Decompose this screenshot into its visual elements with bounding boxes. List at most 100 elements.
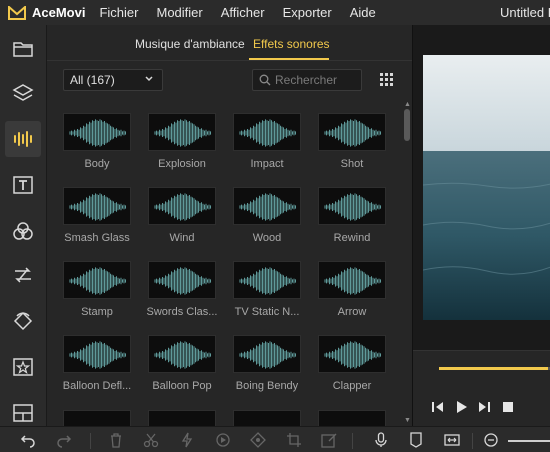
grid-view-icon[interactable] [379, 72, 395, 88]
sound-effect-card[interactable]: Balloon Defl... [63, 335, 133, 392]
sound-effect-label: Balloon Pop [152, 380, 212, 392]
layers-icon [12, 84, 34, 101]
stop-icon[interactable] [501, 400, 515, 414]
scroll-down-icon[interactable]: ▼ [404, 417, 411, 424]
waveform-icon [239, 267, 296, 295]
rail-layers-button[interactable] [5, 75, 41, 111]
next-frame-icon[interactable] [477, 400, 491, 414]
freeze-frame-icon [250, 432, 266, 448]
folder-icon [13, 42, 33, 57]
sound-effect-label: Balloon Defl... [62, 380, 132, 392]
menu-fichier[interactable]: Fichier [99, 5, 138, 20]
fit-timeline-icon[interactable] [444, 432, 460, 448]
search-input[interactable] [275, 72, 359, 88]
active-tab-indicator [249, 58, 329, 60]
sound-effect-card[interactable]: Clapper [318, 335, 388, 392]
menu-aide[interactable]: Aide [350, 5, 376, 20]
redo-icon [57, 435, 72, 448]
waveform-icon [154, 119, 211, 147]
chevron-down-icon [145, 76, 153, 82]
waveform-thumbnail [318, 187, 386, 225]
app-logo: AceMovi [8, 4, 86, 20]
scroll-up-icon[interactable]: ▲ [404, 101, 411, 108]
waveform-icon [69, 267, 126, 295]
category-filter-select[interactable]: All (167) [63, 69, 163, 91]
waveform-thumbnail [63, 261, 131, 299]
marker-icon[interactable] [408, 432, 424, 448]
sound-effect-card[interactable]: Smash Glass [63, 187, 133, 244]
text-icon [13, 176, 33, 194]
sound-effect-label: Boing Bendy [235, 380, 299, 392]
sound-effect-card[interactable]: TV Static N... [233, 261, 303, 318]
previous-frame-icon[interactable] [431, 400, 445, 414]
sound-effect-card[interactable]: Wood [233, 187, 303, 244]
sound-effect-card[interactable]: Wind [148, 187, 218, 244]
search-icon [259, 74, 271, 86]
sound-effect-label: Clapper [332, 380, 372, 392]
menu-exporter[interactable]: Exporter [283, 5, 332, 20]
waveform-thumbnail [148, 261, 216, 299]
menu-modifier[interactable]: Modifier [156, 5, 202, 20]
waveform-icon [69, 193, 126, 221]
left-rail [0, 25, 46, 426]
play-icon[interactable] [454, 400, 468, 414]
rail-media-button[interactable] [5, 31, 41, 67]
waveform-icon [324, 267, 381, 295]
sticker-icon [13, 358, 33, 376]
app-name: AceMovi [32, 5, 86, 20]
sound-effect-label: TV Static N... [234, 306, 300, 318]
rail-sticker-button[interactable] [5, 349, 41, 385]
microphone-icon[interactable] [373, 432, 389, 448]
toolbar-divider [90, 433, 91, 449]
sound-effect-card[interactable]: Body [63, 113, 133, 170]
window-title: Untitled P [500, 5, 550, 20]
tab-musique-ambiance[interactable]: Musique d'ambiance [135, 37, 245, 51]
library-scrollbar[interactable]: ▲ ▼ [403, 99, 411, 426]
cut-icon [143, 433, 159, 448]
waveform-icon [154, 341, 211, 369]
playback-progress-bar[interactable] [439, 367, 550, 370]
sound-effect-label: Smash Glass [64, 232, 130, 244]
rail-filters-button[interactable] [5, 213, 41, 249]
sound-effect-card[interactable]: Shot [318, 113, 388, 170]
waveform-thumbnail [148, 113, 216, 151]
waveform-thumbnail [233, 113, 301, 151]
sound-effect-card[interactable]: Boing Bendy [233, 335, 303, 392]
sound-effect-card[interactable]: Arrow [318, 261, 388, 318]
sound-effect-label: Swords Clas... [146, 306, 218, 318]
rail-animation-button[interactable] [5, 303, 41, 339]
rail-text-button[interactable] [5, 167, 41, 203]
sound-effect-card[interactable]: Explosion [148, 113, 218, 170]
sound-effect-label: Wood [252, 232, 282, 244]
audio-icon [14, 131, 32, 147]
delete-icon [111, 433, 121, 448]
menu-afficher[interactable]: Afficher [221, 5, 265, 20]
split-screen-icon [13, 404, 33, 422]
rail-audio-button[interactable] [5, 121, 41, 157]
scrollbar-thumb[interactable] [404, 109, 410, 141]
waveform-icon [154, 193, 211, 221]
menu-bar: AceMovi Fichier Modifier Afficher Export… [0, 0, 550, 25]
waveform-thumbnail [233, 187, 301, 225]
timeline-toolbar [0, 426, 550, 452]
sound-effect-label: Body [84, 158, 110, 170]
library-tabs: Musique d'ambiance Effets sonores [47, 25, 413, 61]
tab-effets-sonores[interactable]: Effets sonores [253, 37, 330, 51]
sound-effect-card[interactable]: Stamp [63, 261, 133, 318]
toolbar-divider [352, 433, 353, 449]
search-box[interactable] [252, 69, 362, 91]
waveform-icon [324, 341, 381, 369]
sound-effect-card[interactable]: Balloon Pop [148, 335, 218, 392]
crop-icon [287, 433, 301, 447]
category-filter-value: All (167) [70, 73, 115, 87]
sound-effect-card[interactable]: Swords Clas... [147, 261, 218, 318]
sound-effect-card[interactable]: Impact [233, 113, 303, 170]
waveform-thumbnail [318, 335, 386, 373]
waveform-thumbnail [318, 113, 386, 151]
zoom-out-icon[interactable] [483, 432, 499, 448]
waveform-icon [239, 119, 296, 147]
undo-icon[interactable] [20, 432, 36, 448]
rail-transitions-button[interactable] [5, 257, 41, 293]
timeline-zoom-slider[interactable] [508, 440, 550, 442]
sound-effect-card[interactable]: Rewind [318, 187, 388, 244]
